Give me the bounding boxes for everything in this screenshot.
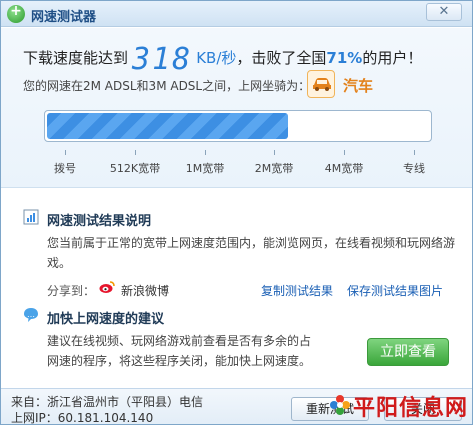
scale-tick-label: 4M宽带 [324, 162, 364, 175]
speed-scale: 拨号 512K宽带 1M宽带 2M宽带 4M宽带 专线 [31, 150, 451, 180]
scale-tick [414, 150, 415, 155]
mount-label: 汽车 [343, 77, 374, 95]
explain-body: 您当前属于正常的宽带上网速度范围内，能浏览网页，在线看视频和玩网络游戏。 [47, 236, 456, 270]
speed-progress-bar [44, 110, 432, 142]
speed-headline: 下载速度能达到 318 KB/秒，击败了全国71%的用户！ [23, 42, 422, 77]
location-text: 来自：浙江省温州市（平阳县）电信 [11, 395, 204, 409]
result-panel: 下载速度能达到 318 KB/秒，击败了全国71%的用户！ 您的网速在2M ADSL… [1, 28, 472, 188]
advice-title: 加快上网速度的建议 [47, 312, 165, 327]
scale-tick-label: 拨号 [54, 162, 76, 175]
scale-tick [344, 150, 345, 155]
share-label: 分享到： [47, 284, 96, 298]
advice-body: 建议在线视频、玩网络游戏前查看是否有多余的占网速的程序，将这些程序关闭，能加快上… [47, 334, 312, 368]
scale-tick-label: 2M宽带 [254, 162, 294, 175]
speed-progress-fill [47, 113, 288, 139]
explain-title: 网速测试结果说明 [47, 214, 152, 229]
title-bar[interactable]: 网速测试器 ✕ [1, 1, 472, 27]
svg-text:…: … [27, 310, 35, 319]
save-result-image-link[interactable]: 保存测试结果图片 [347, 282, 443, 299]
chart-icon [23, 209, 39, 225]
weibo-share-link[interactable]: 新浪微博 [121, 282, 169, 299]
headline-mid: ，击败了全国 [236, 49, 327, 67]
scale-tick-label: 512K宽带 [109, 162, 161, 175]
headline-prefix: 下载速度能达到 [23, 49, 129, 67]
beat-percent: 71% [326, 49, 363, 67]
scale-tick [65, 150, 66, 155]
scale-tick [205, 150, 206, 155]
window-title: 网速测试器 [31, 10, 97, 25]
view-now-button[interactable]: 立即查看 [367, 338, 449, 366]
copy-result-link[interactable]: 复制测试结果 [261, 282, 333, 299]
speed-value: 318 [132, 42, 193, 77]
speed-unit: KB/秒 [196, 49, 237, 67]
speed-range-text: 您的网速在2M ADSL和3M ADSL之间，上网坐骑为： [23, 79, 311, 93]
speed-test-window: 网速测试器 ✕ 下载速度能达到318KB/秒，击败了全国71%的用户！ 您的网速… [0, 0, 473, 425]
scale-tick-label: 1M宽带 [185, 162, 225, 175]
headline-suffix: 的用户！ [362, 49, 423, 67]
scale-tick-label: 专线 [403, 162, 425, 175]
weibo-icon[interactable] [99, 280, 115, 294]
car-icon [307, 70, 335, 98]
ip-address-text: 上网IP：60.181.104.140 [11, 411, 154, 425]
scale-tick [274, 150, 275, 155]
watermark-flower-icon [330, 395, 350, 415]
app-logo-icon [7, 3, 25, 23]
scale-tick [135, 150, 136, 155]
window-close-button[interactable]: ✕ [426, 3, 462, 21]
tip-bubble-icon: … [24, 308, 38, 322]
watermark-text: 平阳信息网 [353, 396, 469, 421]
